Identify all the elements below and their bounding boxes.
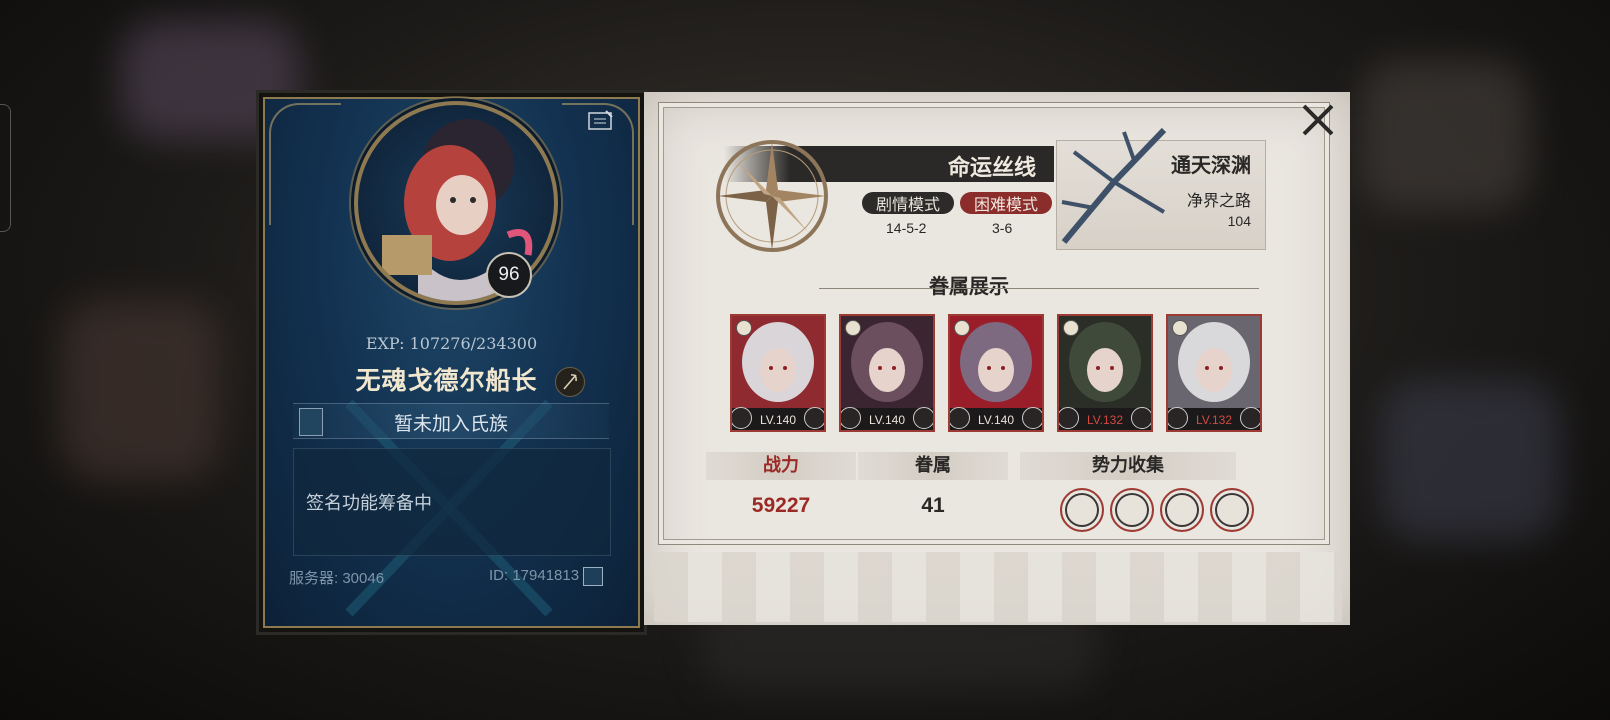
kin-label: 眷属 (858, 452, 1008, 480)
character-level: LV.140 (759, 413, 797, 427)
copy-icon[interactable] (583, 567, 603, 586)
moon-icon (736, 320, 752, 336)
character-card[interactable]: LV.132 (1166, 314, 1262, 432)
faction-emblem-icon[interactable] (1110, 488, 1154, 532)
moon-icon (845, 320, 861, 336)
profile-panel: 96 EXP: 107276/234300 无魂戈德尔船长 暂未加入氏族 签名功… (256, 90, 647, 635)
abyss-path: 净界之路 (1186, 191, 1251, 210)
side-tab[interactable] (0, 104, 11, 232)
signature-box[interactable]: 签名功能筹备中 (293, 448, 611, 556)
abyss-floor: 104 (1227, 213, 1251, 229)
clan-bar[interactable]: 暂未加入氏族 (293, 403, 609, 439)
power-value: 59227 (751, 494, 811, 517)
character-level: LV.132 (1086, 413, 1124, 427)
character-card[interactable]: LV.140 (948, 314, 1044, 432)
compass-icon (716, 140, 828, 252)
character-level: LV.140 (977, 413, 1015, 427)
moon-icon (1063, 320, 1079, 336)
kin-value: 41 (921, 494, 945, 517)
fate-title: 命运丝线 (947, 155, 1036, 181)
server-label: 服务器: 30046 (289, 570, 385, 587)
story-mode-tag: 剧情模式 (862, 192, 955, 214)
bg-blur (60, 300, 220, 480)
exp-text: EXP: 107276/234300 (365, 334, 538, 353)
bg-blur (1380, 380, 1560, 540)
hard-mode-tag: 困难模式 (960, 192, 1053, 214)
level-badge: 96 (486, 252, 532, 298)
character-card[interactable]: LV.140 (839, 314, 935, 432)
abyss-title: 通天深渊 (1171, 153, 1251, 177)
moon-icon (1172, 320, 1188, 336)
showcase-title: 眷属展示 (929, 274, 1009, 298)
edit-icon[interactable] (588, 109, 614, 131)
divider (819, 288, 1259, 289)
close-icon[interactable] (1298, 100, 1338, 140)
lace-border (654, 552, 1342, 622)
clan-status: 暂未加入氏族 (393, 413, 508, 435)
quill-icon[interactable] (555, 367, 585, 397)
thorn-icon (1061, 127, 1167, 244)
character-level: LV.140 (868, 413, 906, 427)
info-panel: 命运丝线 剧情模式 困难模式 14-5-2 3-6 通天深渊 净界之路 104 … (644, 92, 1350, 625)
player-id: ID: 17941813 (489, 567, 580, 584)
faction-emblem-icon[interactable] (1060, 488, 1104, 532)
hard-progress: 3-6 (992, 220, 1013, 236)
faction-label: 势力收集 (1020, 452, 1236, 480)
character-level: LV.132 (1195, 413, 1233, 427)
faction-emblem-icon[interactable] (1210, 488, 1254, 532)
moon-icon (954, 320, 970, 336)
power-label: 战力 (706, 452, 856, 480)
ornament (269, 103, 341, 225)
signature-text: 签名功能筹备中 (306, 493, 432, 514)
edit-icon-glyph (588, 110, 613, 130)
faction-emblem-icon[interactable] (1160, 488, 1204, 532)
quill-glyph (563, 374, 577, 390)
story-progress: 14-5-2 (886, 220, 927, 236)
character-card[interactable]: LV.132 (1057, 314, 1153, 432)
bg-blur (1360, 60, 1530, 210)
character-card[interactable]: LV.140 (730, 314, 826, 432)
